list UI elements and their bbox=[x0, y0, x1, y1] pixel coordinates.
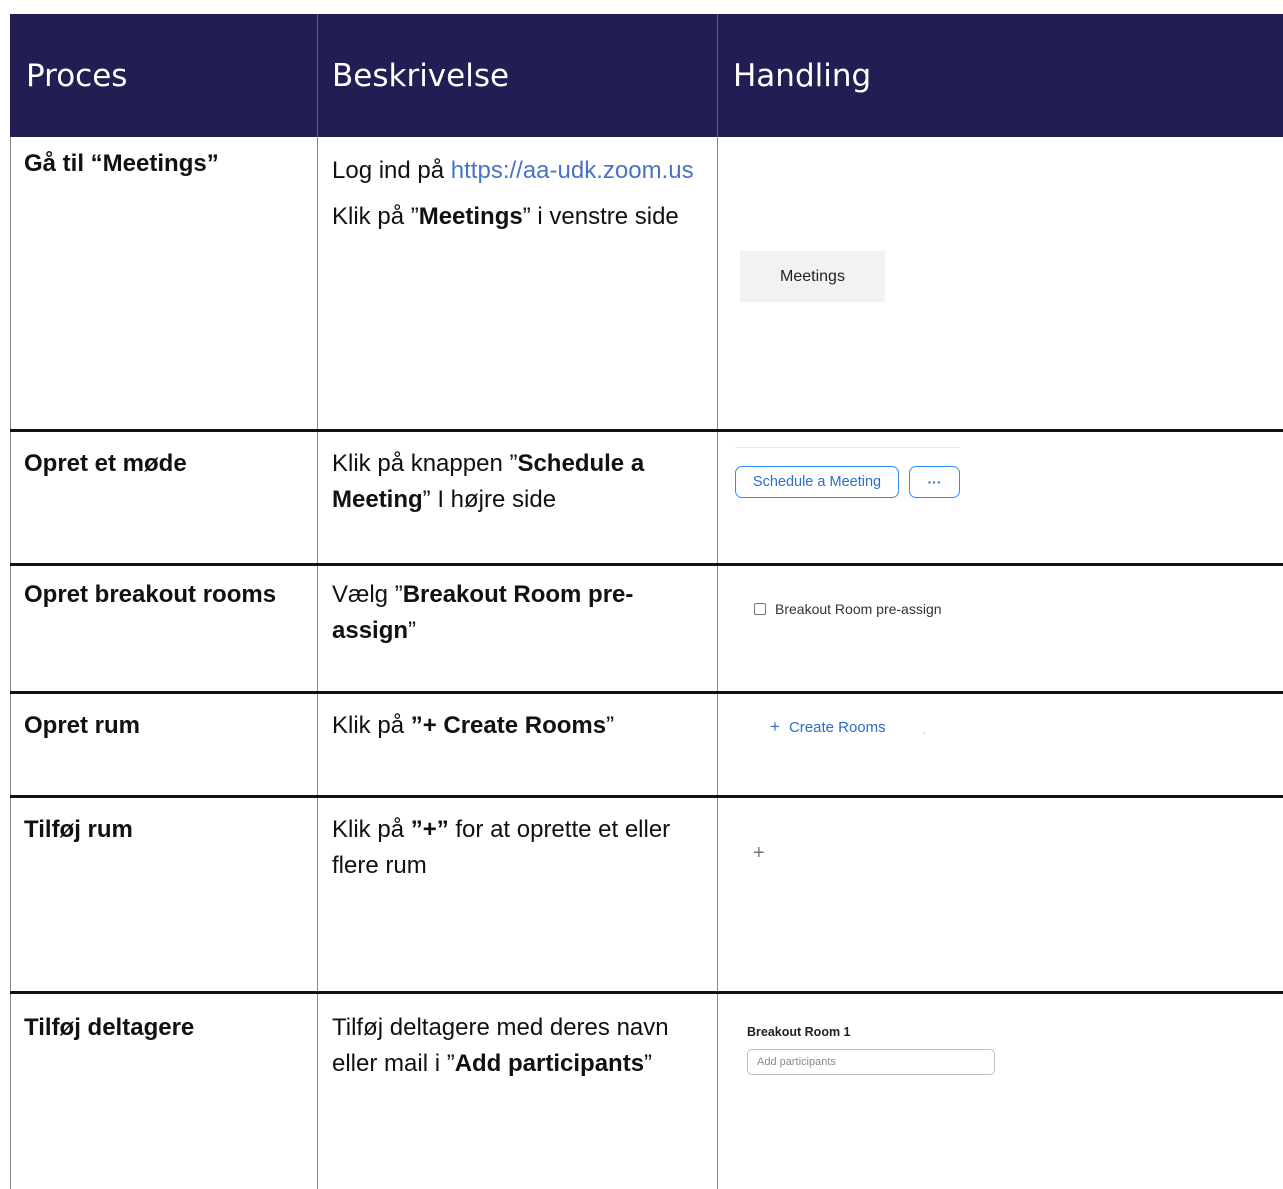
more-options-button[interactable]: ··· bbox=[909, 466, 960, 498]
description-text: Vælg ” bbox=[332, 581, 403, 608]
description-text: ” bbox=[606, 712, 615, 739]
procedure-table: Proces Beskrivelse Handling Gå til “Meet… bbox=[0, 0, 1283, 1189]
column-divider bbox=[317, 137, 318, 1189]
row-divider bbox=[10, 991, 1283, 994]
process-cell: Tilføj deltagere bbox=[24, 1014, 195, 1041]
description-cell: Klik på knappen ”Schedule a Meeting” I h… bbox=[332, 446, 702, 518]
process-cell: Tilføj rum bbox=[24, 816, 133, 843]
breakout-preassign-checkbox[interactable] bbox=[754, 603, 766, 615]
description-text: Klik på bbox=[332, 816, 411, 843]
process-cell: Gå til “Meetings” bbox=[24, 150, 219, 177]
checkbox-label: Breakout Room pre-assign bbox=[775, 601, 942, 617]
process-cell: Opret breakout rooms bbox=[24, 581, 277, 608]
description-text: ” I højre side bbox=[422, 486, 557, 513]
description-emphasis: Add participants bbox=[454, 1050, 645, 1077]
description-text: ” bbox=[408, 617, 417, 644]
header-description: Beskrivelse bbox=[332, 57, 510, 94]
process-cell: Opret rum bbox=[24, 712, 141, 739]
column-divider bbox=[717, 137, 718, 1189]
table-border-left bbox=[10, 137, 11, 1189]
table-header: Proces Beskrivelse Handling bbox=[10, 14, 1283, 137]
description-cell: Tilføj deltagere med deres navn eller ma… bbox=[332, 1010, 702, 1082]
process-cell: Opret et møde bbox=[24, 450, 187, 477]
create-rooms-link[interactable]: + Create Rooms bbox=[770, 716, 886, 738]
divider bbox=[735, 447, 960, 448]
breakout-preassign-option[interactable]: Breakout Room pre-assign bbox=[754, 599, 942, 619]
schedule-meeting-button[interactable]: Schedule a Meeting bbox=[735, 466, 899, 498]
header-process: Proces bbox=[26, 57, 128, 94]
add-participants-input[interactable]: Add participants bbox=[747, 1049, 995, 1075]
plus-icon: + bbox=[770, 717, 780, 736]
description-cell: Klik på ”+ Create Rooms” bbox=[332, 708, 702, 744]
description-text: ” i venstre side bbox=[522, 203, 679, 230]
description-emphasis: Meetings bbox=[418, 203, 523, 230]
header-divider bbox=[717, 14, 718, 137]
artifact-dot bbox=[924, 732, 925, 734]
row-divider bbox=[10, 563, 1283, 566]
description-emphasis: ”+ Create Rooms bbox=[410, 712, 607, 739]
header-divider bbox=[317, 14, 318, 137]
description-text: Klik på bbox=[332, 712, 411, 739]
row-divider bbox=[10, 795, 1283, 798]
create-rooms-label: Create Rooms bbox=[788, 718, 886, 736]
zoom-login-link[interactable]: https://aa-udk.zoom.us bbox=[451, 157, 694, 184]
description-text: ” bbox=[644, 1050, 653, 1077]
breakout-room-title: Breakout Room 1 bbox=[747, 1025, 851, 1039]
description-emphasis: ”+” bbox=[410, 816, 449, 843]
description-text: Log ind på bbox=[332, 157, 451, 184]
description-cell: Klik på ”+” for at oprette et eller fler… bbox=[332, 812, 702, 884]
meetings-nav-item[interactable]: Meetings bbox=[740, 251, 885, 302]
description-text: Klik på knappen ” bbox=[332, 450, 518, 477]
description-cell: Vælg ”Breakout Room pre-assign” bbox=[332, 577, 702, 649]
description-text: Klik på ” bbox=[332, 203, 419, 230]
row-divider bbox=[10, 691, 1283, 694]
add-room-plus-icon[interactable]: + bbox=[753, 842, 765, 865]
description-cell: Log ind på https://aa-udk.zoom.us Klik p… bbox=[332, 153, 702, 235]
header-action: Handling bbox=[733, 57, 872, 94]
row-divider bbox=[10, 429, 1283, 432]
